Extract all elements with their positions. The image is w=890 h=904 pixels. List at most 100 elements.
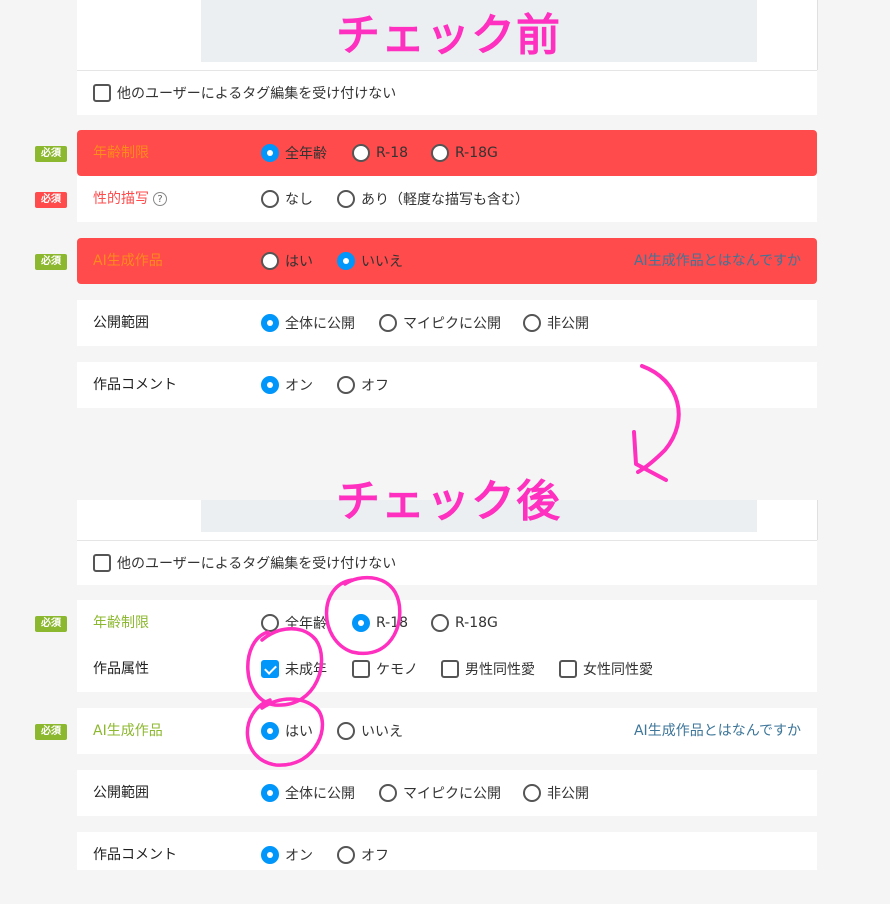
age-option-r18g[interactable]: R-18G xyxy=(431,612,498,634)
age-label: 年齢制限 xyxy=(93,615,149,631)
sexual-option-some[interactable]: あり（軽度な描写も含む） xyxy=(337,188,529,210)
tag-lock-label: 他のユーザーによるタグ編集を受け付けない xyxy=(117,556,397,572)
visibility-option-mypixiv[interactable]: マイピクに公開 xyxy=(379,782,501,804)
comment-label: 作品コメント xyxy=(93,377,177,393)
required-badge: 必須 xyxy=(35,616,67,632)
option-label: オン xyxy=(285,848,313,864)
checkbox-icon xyxy=(93,84,111,102)
option-label: はい xyxy=(285,724,313,740)
radio-icon xyxy=(431,144,449,162)
required-badge: 必須 xyxy=(35,146,67,162)
help-icon[interactable]: ? xyxy=(153,192,167,206)
comment-option-off[interactable]: オフ xyxy=(337,844,389,866)
option-label: R-18 xyxy=(376,615,409,631)
ai-help-link[interactable]: AI生成作品とはなんですか xyxy=(634,708,801,754)
radio-selected-icon xyxy=(261,314,279,332)
radio-icon xyxy=(337,846,355,864)
option-label: 全年齢 xyxy=(285,146,327,162)
visibility-option-private[interactable]: 非公開 xyxy=(523,312,589,334)
required-badge: 必須 xyxy=(35,724,67,740)
ai-label: AI生成作品 xyxy=(93,253,163,269)
option-label: 女性同性愛 xyxy=(583,662,653,678)
radio-icon xyxy=(261,614,279,632)
annotation-arrow xyxy=(632,364,681,482)
option-label: マイピクに公開 xyxy=(403,786,501,802)
attr-option-kemono[interactable]: ケモノ xyxy=(352,658,418,680)
radio-icon xyxy=(337,190,355,208)
ai-option-yes[interactable]: はい xyxy=(261,720,313,742)
option-label: R-18 xyxy=(376,145,409,161)
age-restriction-row-before: 年齢制限 全年齢 R-18 R-18G xyxy=(77,130,817,176)
option-label: 全年齢 xyxy=(285,616,327,632)
option-label: オン xyxy=(285,378,313,394)
checkbox-checked-icon xyxy=(261,660,279,678)
visibility-label: 公開範囲 xyxy=(93,315,149,331)
option-label: オフ xyxy=(361,848,389,864)
radio-selected-icon xyxy=(261,722,279,740)
ai-option-no[interactable]: いいえ xyxy=(337,250,403,272)
attr-option-gl[interactable]: 女性同性愛 xyxy=(559,658,653,680)
attr-option-bl[interactable]: 男性同性愛 xyxy=(441,658,535,680)
option-label: マイピクに公開 xyxy=(403,316,501,332)
radio-icon xyxy=(352,144,370,162)
before-heading: チェック前 xyxy=(336,10,561,61)
attr-option-minor[interactable]: 未成年 xyxy=(261,658,327,680)
tag-lock-card-before: 他のユーザーによるタグ編集を受け付けない xyxy=(77,70,817,115)
age-option-all[interactable]: 全年齢 xyxy=(261,612,327,634)
ai-help-link[interactable]: AI生成作品とはなんですか xyxy=(634,238,801,284)
checkbox-icon xyxy=(93,554,111,572)
tag-lock-label: 他のユーザーによるタグ編集を受け付けない xyxy=(117,86,397,102)
ai-row-after: AI生成作品 はい いいえ AI生成作品とはなんですか xyxy=(77,708,817,754)
option-label: なし xyxy=(285,192,313,208)
sexual-option-none[interactable]: なし xyxy=(261,188,313,210)
radio-icon xyxy=(261,252,279,270)
comment-option-on[interactable]: オン xyxy=(261,844,313,866)
radio-icon xyxy=(523,784,541,802)
visibility-option-public[interactable]: 全体に公開 xyxy=(261,312,355,334)
visibility-option-mypixiv[interactable]: マイピクに公開 xyxy=(379,312,501,334)
comment-row-before: 作品コメント オン オフ xyxy=(77,362,817,408)
radio-icon xyxy=(523,314,541,332)
tag-lock-checkbox[interactable]: 他のユーザーによるタグ編集を受け付けない xyxy=(93,552,396,574)
option-label: 未成年 xyxy=(285,662,327,678)
age-restriction-row-after: 年齢制限 全年齢 R-18 R-18G xyxy=(77,600,817,646)
option-label: あり（軽度な描写も含む） xyxy=(361,192,529,208)
attributes-row-after: 作品属性 未成年 ケモノ 男性同性愛 女性同性愛 xyxy=(77,646,817,692)
checkbox-icon xyxy=(559,660,577,678)
radio-selected-icon xyxy=(261,846,279,864)
required-badge: 必須 xyxy=(35,192,67,208)
sexual-content-row-before: 性的描写? なし あり（軽度な描写も含む） xyxy=(77,176,817,222)
ai-option-yes[interactable]: はい xyxy=(261,250,313,272)
option-label: はい xyxy=(285,254,313,270)
ai-option-no[interactable]: いいえ xyxy=(337,720,403,742)
comment-option-on[interactable]: オン xyxy=(261,374,313,396)
visibility-option-public[interactable]: 全体に公開 xyxy=(261,782,355,804)
required-badge: 必須 xyxy=(35,254,67,270)
visibility-row-before: 公開範囲 全体に公開 マイピクに公開 非公開 xyxy=(77,300,817,346)
checkbox-icon xyxy=(441,660,459,678)
radio-icon xyxy=(337,376,355,394)
age-option-r18[interactable]: R-18 xyxy=(352,142,408,164)
option-label: 全体に公開 xyxy=(285,316,355,332)
tag-lock-checkbox[interactable]: 他のユーザーによるタグ編集を受け付けない xyxy=(93,82,396,104)
radio-icon xyxy=(379,314,397,332)
after-heading: チェック後 xyxy=(336,476,561,527)
option-label: 非公開 xyxy=(547,316,589,332)
age-option-r18g[interactable]: R-18G xyxy=(431,142,498,164)
visibility-option-private[interactable]: 非公開 xyxy=(523,782,589,804)
radio-selected-icon xyxy=(261,784,279,802)
age-option-r18[interactable]: R-18 xyxy=(352,612,408,634)
comment-option-off[interactable]: オフ xyxy=(337,374,389,396)
visibility-label: 公開範囲 xyxy=(93,785,149,801)
radio-selected-icon xyxy=(352,614,370,632)
sexual-label-text: 性的描写 xyxy=(93,191,149,207)
radio-selected-icon xyxy=(261,144,279,162)
tag-lock-card-after: 他のユーザーによるタグ編集を受け付けない xyxy=(77,540,817,585)
radio-selected-icon xyxy=(261,376,279,394)
option-label: R-18G xyxy=(455,145,498,161)
option-label: 非公開 xyxy=(547,786,589,802)
comment-row-after: 作品コメント オン オフ xyxy=(77,832,817,870)
age-restriction-card-after: 年齢制限 全年齢 R-18 R-18G 作品属性 未成年 ケモノ 男性同性愛 女… xyxy=(77,600,817,692)
age-option-all[interactable]: 全年齢 xyxy=(261,142,327,164)
checkbox-icon xyxy=(352,660,370,678)
